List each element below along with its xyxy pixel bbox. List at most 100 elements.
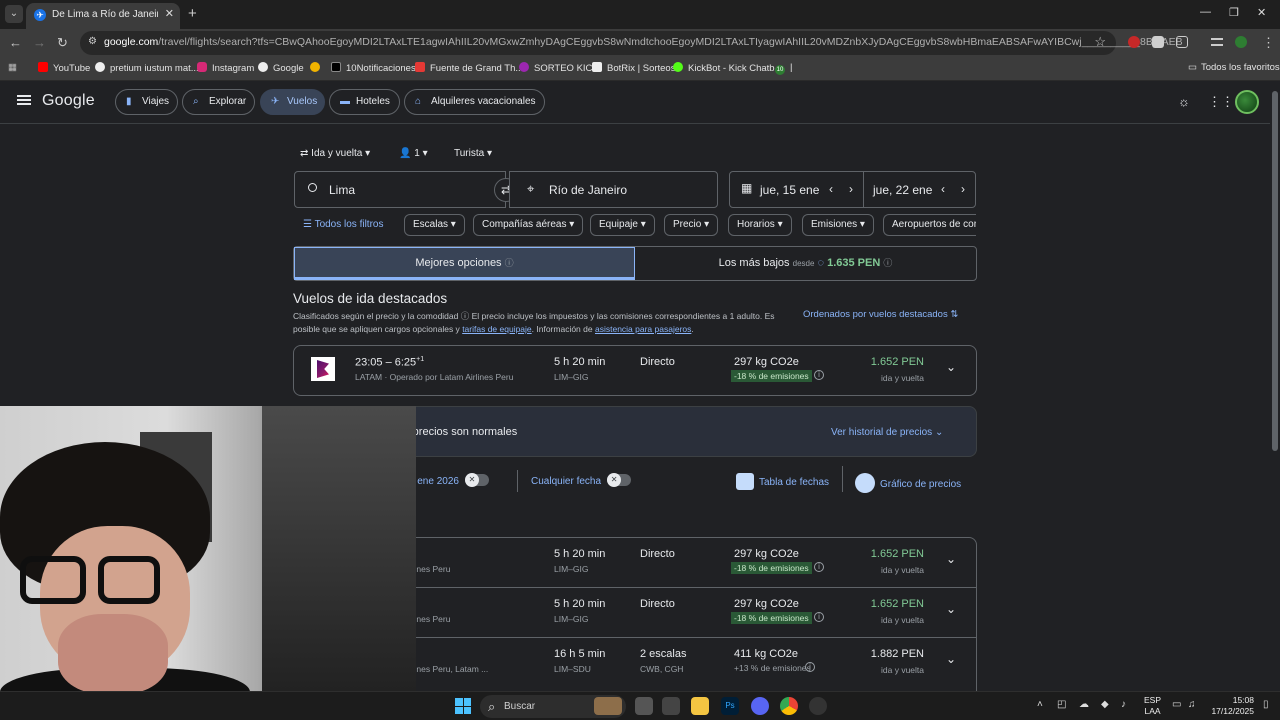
theme-sun-icon[interactable]: ☼ — [1178, 94, 1190, 109]
nav-viajes[interactable]: ▮ Viajes — [115, 89, 178, 115]
emissions-info-icon[interactable]: i — [805, 662, 815, 672]
taskbar-clock[interactable]: 15:08 17/12/2025 — [1208, 695, 1254, 717]
notifications-icon[interactable]: ▯ — [1263, 699, 1269, 710]
back-icon[interactable]: ← — [9, 35, 22, 50]
minimize-icon[interactable]: — — [1200, 6, 1211, 18]
browser-tab[interactable]: ✈ De Lima a Río de Janeiro | Goo… ✕ — [26, 3, 180, 29]
info-icon[interactable]: ⓘ — [883, 258, 892, 268]
return-next-icon[interactable]: › — [961, 182, 965, 196]
all-filters-button[interactable]: ☰ Todos los filtros — [303, 219, 383, 230]
reload-icon[interactable]: ↻ — [57, 35, 68, 51]
nav-alquileres[interactable]: ⌂ Alquileres vacacionales — [404, 89, 545, 115]
app-icon[interactable] — [809, 697, 827, 715]
filter-equipaje[interactable]: Equipaje ▾ — [590, 214, 655, 236]
nav-explorar[interactable]: ⌕ Explorar — [182, 89, 255, 115]
date-grid-button[interactable]: Tabla de fechas — [736, 473, 829, 490]
discord-icon[interactable] — [751, 697, 769, 715]
info-icon[interactable]: ⓘ — [505, 258, 514, 268]
onedrive-icon[interactable]: ☁ — [1079, 699, 1089, 710]
bookmark-10[interactable]: 10 | — [775, 62, 792, 75]
tab-search-icon[interactable]: ⌄ — [5, 5, 23, 23]
return-prev-icon[interactable]: ‹ — [941, 182, 945, 196]
bookmark-sorteo-kick[interactable]: SORTEO KICK — [519, 62, 599, 74]
site-info-icon[interactable]: ⚙ — [88, 36, 97, 47]
emissions-info-icon[interactable]: i — [814, 370, 824, 380]
file-explorer-icon[interactable] — [691, 697, 709, 715]
price-graph-button[interactable]: Gráfico de precios — [855, 473, 961, 493]
app-icon[interactable] — [662, 697, 680, 715]
microphone-icon[interactable]: ♪ — [1121, 699, 1126, 710]
any-date-switch[interactable] — [607, 473, 632, 487]
profile-avatar-icon[interactable] — [1235, 36, 1247, 48]
date-range-field[interactable]: ▦ jue, 15 ene ‹ › jue, 22 ene ‹ › — [729, 171, 976, 208]
expand-chevron-icon[interactable]: ⌄ — [946, 652, 956, 666]
reading-list-icon[interactable] — [1211, 38, 1223, 46]
passenger-assistance-link[interactable]: asistencia para pasajeros — [595, 324, 691, 334]
return-date[interactable]: jue, 22 ene — [873, 183, 932, 197]
tray-app-icon[interactable]: ◆ — [1101, 699, 1109, 710]
dates-switch[interactable] — [464, 473, 489, 487]
expand-chevron-icon[interactable]: ⌄ — [946, 552, 956, 566]
all-bookmarks-folder[interactable]: ▭ Todos los favoritos — [1188, 62, 1280, 73]
close-window-icon[interactable]: ✕ — [1257, 6, 1266, 19]
extension-icon[interactable] — [1128, 36, 1140, 48]
expand-chevron-icon[interactable]: ⌄ — [946, 602, 956, 616]
filter-escalas[interactable]: Escalas ▾ — [404, 214, 465, 236]
expand-chevron-icon[interactable]: ⌄ — [946, 360, 956, 374]
sort-order-button[interactable]: Ordenados por vuelos destacados ⇅ — [803, 309, 958, 320]
origin-field[interactable]: Lima — [294, 171, 506, 208]
price-history-link[interactable]: Ver historial de precios ⌄ — [831, 427, 943, 438]
windows-start-icon[interactable] — [455, 698, 471, 714]
tray-chevron-icon[interactable]: ˄ — [1037, 699, 1043, 710]
filter-horarios[interactable]: Horarios ▾ — [728, 214, 792, 236]
depart-date[interactable]: jue, 15 ene — [760, 183, 819, 197]
depart-prev-icon[interactable]: ‹ — [829, 182, 833, 196]
scrollbar-thumb[interactable] — [1272, 91, 1278, 451]
close-tab-icon[interactable]: ✕ — [165, 7, 174, 20]
bookmark-x-notificaciones[interactable]: 10Notificaciones — [331, 62, 416, 74]
account-avatar[interactable] — [1235, 90, 1259, 114]
bookmark-google[interactable]: Google — [258, 62, 304, 74]
depart-next-icon[interactable]: › — [849, 182, 853, 196]
language-indicator[interactable]: ESP LAA — [1144, 695, 1161, 717]
tray-app-icon[interactable]: ◰ — [1057, 699, 1066, 710]
emissions-info-icon[interactable]: i — [814, 612, 824, 622]
nav-hoteles[interactable]: ▬ Hoteles — [329, 89, 400, 115]
extensions-puzzle-icon[interactable] — [1176, 36, 1188, 48]
apps-grid-icon[interactable]: ▦ — [8, 62, 17, 73]
page-scrollbar[interactable] — [1270, 81, 1280, 691]
bookmark-icon-only[interactable] — [310, 62, 325, 74]
restore-icon[interactable]: ❐ — [1229, 6, 1239, 19]
bookmark-fuente-gta[interactable]: Fuente de Grand Th... — [415, 62, 523, 74]
filter-precio[interactable]: Precio ▾ — [664, 214, 719, 236]
main-menu-icon[interactable] — [17, 95, 31, 105]
tab-mejores-opciones[interactable]: Mejores opciones ⓘ — [294, 247, 635, 280]
bookmark-botrix[interactable]: BotRix | Sorteos — [592, 62, 675, 74]
google-logo[interactable]: Google — [42, 92, 95, 110]
filter-companias[interactable]: Compañías aéreas ▾ — [473, 214, 584, 236]
info-icon[interactable]: ⓘ — [461, 311, 470, 321]
nav-vuelos[interactable]: ✈ Vuelos — [260, 89, 325, 115]
chrome-menu-icon[interactable]: ⋮ — [1262, 35, 1275, 51]
new-tab-icon[interactable]: + — [188, 5, 197, 22]
baggage-fees-link[interactable]: tarifas de equipaje — [462, 324, 531, 334]
bookmark-youtube[interactable]: YouTube — [38, 62, 90, 74]
bookmark-pretium[interactable]: pretium iustum mat... — [95, 62, 199, 74]
bookmark-star-icon[interactable]: ☆ — [1094, 34, 1106, 50]
flight-card[interactable]: 23:05 – 6:25+1 LATAM · Operado por Latam… — [293, 345, 977, 396]
any-date-toggle[interactable]: Cualquier fecha — [531, 473, 632, 487]
filter-emisiones[interactable]: Emisiones ▾ — [802, 214, 874, 236]
task-view-icon[interactable] — [635, 697, 653, 715]
filter-aeropuertos[interactable]: Aeropuertos de cor — [883, 214, 976, 236]
passengers-select[interactable]: 👤 1 ▾ — [399, 148, 428, 159]
emissions-info-icon[interactable]: i — [814, 562, 824, 572]
extension-icon[interactable] — [1152, 36, 1164, 48]
volume-icon[interactable]: ♫ — [1188, 699, 1196, 710]
photoshop-icon[interactable]: Ps — [721, 697, 739, 715]
bookmark-kickbot[interactable]: KickBot - Kick Chatb... — [673, 62, 783, 74]
cabin-select[interactable]: Turista ▾ — [454, 148, 492, 159]
address-bar[interactable]: ⚙ google.com/travel/flights/search?tfs=C… — [80, 31, 1183, 55]
bookmark-instagram[interactable]: Instagram — [197, 62, 254, 74]
destination-field[interactable]: ⌖ Río de Janeiro — [509, 171, 718, 208]
trip-type-select[interactable]: ⇄ Ida y vuelta ▾ — [300, 148, 370, 159]
